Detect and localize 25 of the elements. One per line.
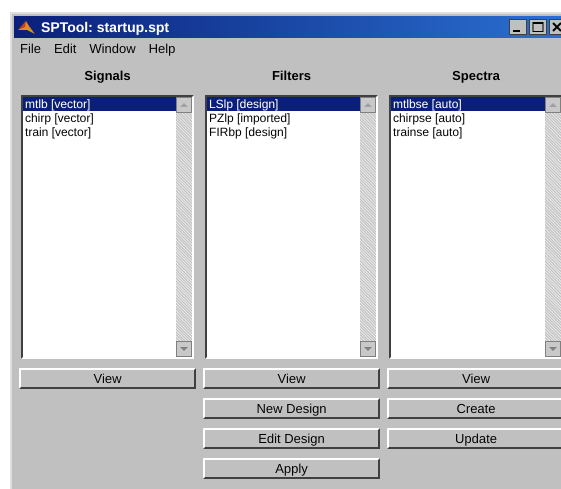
- list-item[interactable]: LSlp [design]: [207, 97, 360, 111]
- list-item[interactable]: chirpse [auto]: [391, 111, 545, 125]
- list-item[interactable]: chirp [vector]: [23, 111, 176, 125]
- list-item[interactable]: PZlp [imported]: [207, 111, 360, 125]
- column-heading: Spectra: [451, 68, 501, 83]
- push-button[interactable]: Edit Design: [203, 428, 380, 449]
- menu-item[interactable]: Edit: [54, 41, 76, 56]
- list-item[interactable]: mtlbse [auto]: [391, 97, 545, 111]
- list-item[interactable]: FIRbp [design]: [207, 125, 360, 139]
- list-item[interactable]: train [vector]: [23, 125, 176, 139]
- push-button[interactable]: Apply: [203, 458, 380, 479]
- window-title: SPTool: startup.spt: [41, 19, 170, 35]
- push-button[interactable]: View: [19, 368, 196, 389]
- column-heading: Filters: [270, 68, 312, 83]
- push-button[interactable]: View: [203, 368, 380, 389]
- menu-item[interactable]: Window: [89, 41, 136, 56]
- push-button[interactable]: Update: [387, 428, 561, 449]
- menu-item[interactable]: File: [20, 41, 41, 56]
- push-button[interactable]: View: [387, 368, 561, 389]
- push-button[interactable]: Create: [387, 398, 561, 419]
- menu-item[interactable]: Help: [148, 41, 176, 56]
- list-item[interactable]: mtlb [vector]: [23, 97, 176, 111]
- push-button[interactable]: New Design: [203, 398, 380, 419]
- list-item[interactable]: trainse [auto]: [391, 125, 545, 139]
- column-heading: Signals: [83, 68, 132, 83]
